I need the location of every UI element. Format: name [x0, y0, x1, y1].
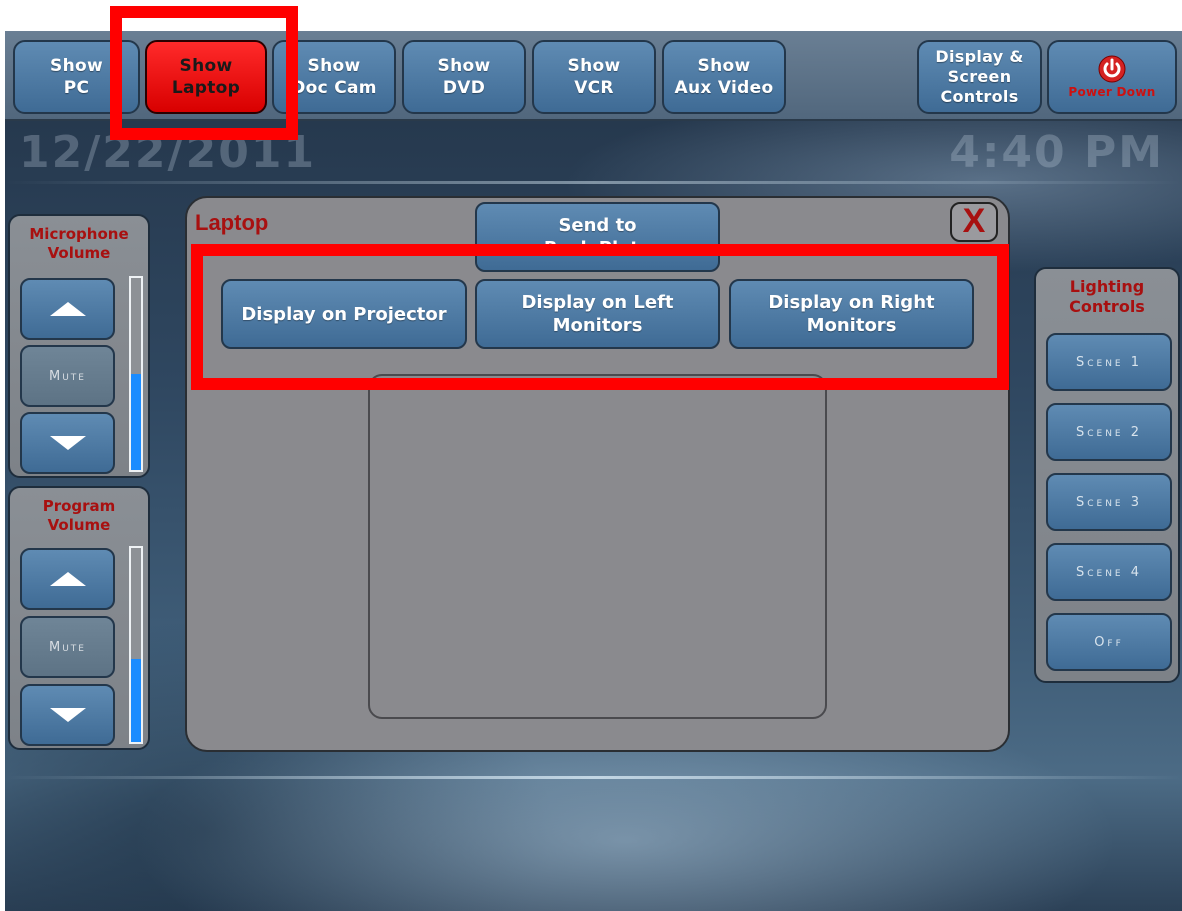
- show-vcr-button[interactable]: Show VCR: [532, 40, 656, 114]
- button-label: Doc Cam: [291, 78, 377, 98]
- mic-volume-down-button[interactable]: [20, 412, 115, 474]
- title-line: Controls: [1069, 297, 1145, 316]
- program-level-fill: [131, 658, 141, 742]
- lighting-controls-title: Lighting Controls: [1036, 277, 1178, 317]
- program-mute-button[interactable]: Mute: [20, 616, 115, 678]
- title-line: Lighting: [1069, 277, 1145, 296]
- display-on-left-monitors-button[interactable]: Display on Left Monitors: [475, 279, 720, 349]
- button-label: PC: [63, 78, 90, 98]
- scene-1-button[interactable]: Scene 1: [1046, 333, 1172, 391]
- title-line: Microphone: [29, 225, 129, 243]
- show-pc-button[interactable]: Show PC: [13, 40, 140, 114]
- title-line: Program: [42, 497, 116, 515]
- lighting-controls-panel: Lighting Controls Scene 1 Scene 2 Scene …: [1034, 267, 1180, 683]
- display-on-projector-button[interactable]: Display on Projector: [221, 279, 467, 349]
- source-toolbar: Show PC Show Laptop Show Doc Cam Show DV…: [5, 31, 1182, 121]
- scene-3-button[interactable]: Scene 3: [1046, 473, 1172, 531]
- microphone-volume-panel: Microphone Volume Mute: [8, 214, 150, 478]
- dialog-title: Laptop: [195, 210, 269, 235]
- power-down-button[interactable]: Power Down: [1047, 40, 1177, 114]
- button-label: Show: [179, 56, 233, 76]
- button-label: Show: [50, 56, 103, 76]
- close-dialog-button[interactable]: X: [950, 202, 998, 242]
- button-label: Show: [437, 56, 491, 76]
- mic-level-meter: [129, 276, 143, 472]
- close-icon: X: [962, 202, 986, 240]
- button-label: VCR: [574, 78, 614, 98]
- button-label: Aux Video: [674, 78, 774, 98]
- arrow-down-icon: [49, 436, 86, 450]
- program-level-meter: [129, 546, 143, 744]
- send-to-rack-plate-button[interactable]: Send to Rack Plate: [475, 202, 720, 272]
- button-label: Controls: [940, 87, 1019, 106]
- button-label: Show: [567, 56, 621, 76]
- show-dvd-button[interactable]: Show DVD: [402, 40, 526, 114]
- mic-volume-up-button[interactable]: [20, 278, 115, 340]
- show-aux-video-button[interactable]: Show Aux Video: [662, 40, 786, 114]
- title-line: Volume: [47, 516, 111, 534]
- button-label: Display on Right: [768, 292, 935, 313]
- display-screen-controls-button[interactable]: Display & Screen Controls: [917, 40, 1042, 114]
- program-volume-up-button[interactable]: [20, 548, 115, 610]
- mic-mute-button[interactable]: Mute: [20, 345, 115, 407]
- scene-4-button[interactable]: Scene 4: [1046, 543, 1172, 601]
- control-panel: 12/22/2011 4:40 PM Show PC Show Laptop S…: [5, 31, 1182, 911]
- time-display: 4:40 PM: [949, 127, 1164, 178]
- program-volume-title: Program Volume: [10, 497, 148, 535]
- laptop-dialog: Laptop X Send to Rack Plate Display on P…: [185, 196, 1010, 752]
- background-streak: [5, 776, 1182, 779]
- program-volume-panel: Program Volume Mute: [8, 486, 150, 750]
- arrow-down-icon: [49, 708, 86, 722]
- power-icon: [1098, 55, 1126, 83]
- button-label: Monitors: [552, 315, 643, 336]
- show-doc-cam-button[interactable]: Show Doc Cam: [272, 40, 396, 114]
- date-display: 12/22/2011: [19, 127, 317, 178]
- display-on-right-monitors-button[interactable]: Display on Right Monitors: [729, 279, 974, 349]
- button-label: Display &: [935, 47, 1024, 66]
- program-volume-down-button[interactable]: [20, 684, 115, 746]
- button-label: Rack Plate: [543, 238, 652, 259]
- title-line: Volume: [47, 244, 111, 262]
- button-label: Laptop: [171, 78, 241, 98]
- button-label: Send to: [558, 215, 637, 236]
- arrow-up-icon: [49, 302, 86, 316]
- button-label: Show: [307, 56, 361, 76]
- power-down-label: Power Down: [1068, 85, 1156, 99]
- background-streak: [5, 181, 1182, 184]
- button-label: Screen: [947, 67, 1012, 86]
- button-label: Display on Projector: [241, 303, 447, 325]
- video-preview-area: [368, 374, 827, 719]
- lights-off-button[interactable]: Off: [1046, 613, 1172, 671]
- scene-2-button[interactable]: Scene 2: [1046, 403, 1172, 461]
- microphone-volume-title: Microphone Volume: [10, 225, 148, 263]
- arrow-up-icon: [49, 572, 86, 586]
- mic-level-fill: [131, 374, 141, 470]
- button-label: Monitors: [806, 315, 897, 336]
- show-laptop-button[interactable]: Show Laptop: [145, 40, 267, 114]
- button-label: Display on Left: [521, 292, 674, 313]
- button-label: DVD: [442, 78, 486, 98]
- button-label: Show: [697, 56, 751, 76]
